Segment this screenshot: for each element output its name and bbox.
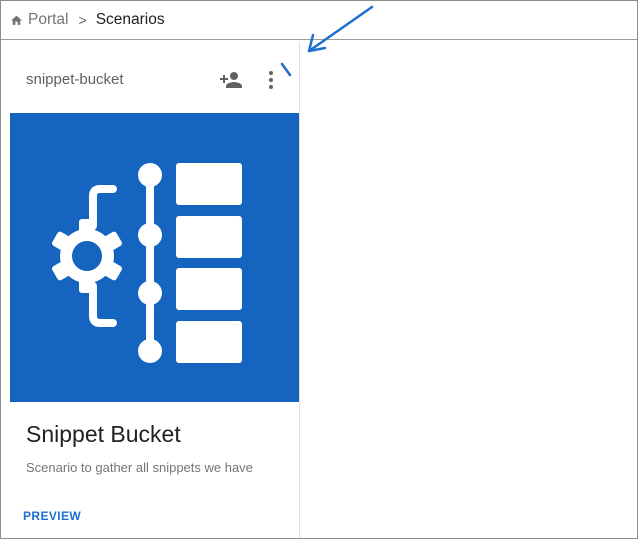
- breadcrumb: Portal > Scenarios: [1, 1, 637, 40]
- breadcrumb-item-portal[interactable]: Portal: [10, 11, 69, 29]
- card-title: Snippet Bucket: [26, 421, 181, 447]
- breadcrumb-separator: >: [78, 12, 87, 28]
- home-icon: [11, 15, 22, 25]
- card-header-title: snippet-bucket: [26, 71, 124, 88]
- preview-button[interactable]: PREVIEW: [23, 509, 81, 523]
- breadcrumb-item-scenarios: Scenarios: [95, 11, 165, 28]
- add-user-button[interactable]: [217, 66, 245, 94]
- snippet-bucket-illustration: [52, 163, 242, 363]
- card-header: snippet-bucket: [2, 42, 299, 113]
- card-media[interactable]: [10, 113, 299, 402]
- breadcrumb-portal-label: Portal: [28, 11, 69, 28]
- more-options-button[interactable]: [257, 66, 285, 94]
- scenario-card: snippet-bucket Snippet Bucket Scenario t…: [2, 42, 300, 538]
- person-add-icon: [220, 72, 242, 88]
- card-subtitle: Scenario to gather all snippets we have: [26, 460, 253, 475]
- app-frame: Portal > Scenarios snippet-bucket Snippe…: [0, 0, 638, 539]
- more-vert-icon: [269, 71, 273, 89]
